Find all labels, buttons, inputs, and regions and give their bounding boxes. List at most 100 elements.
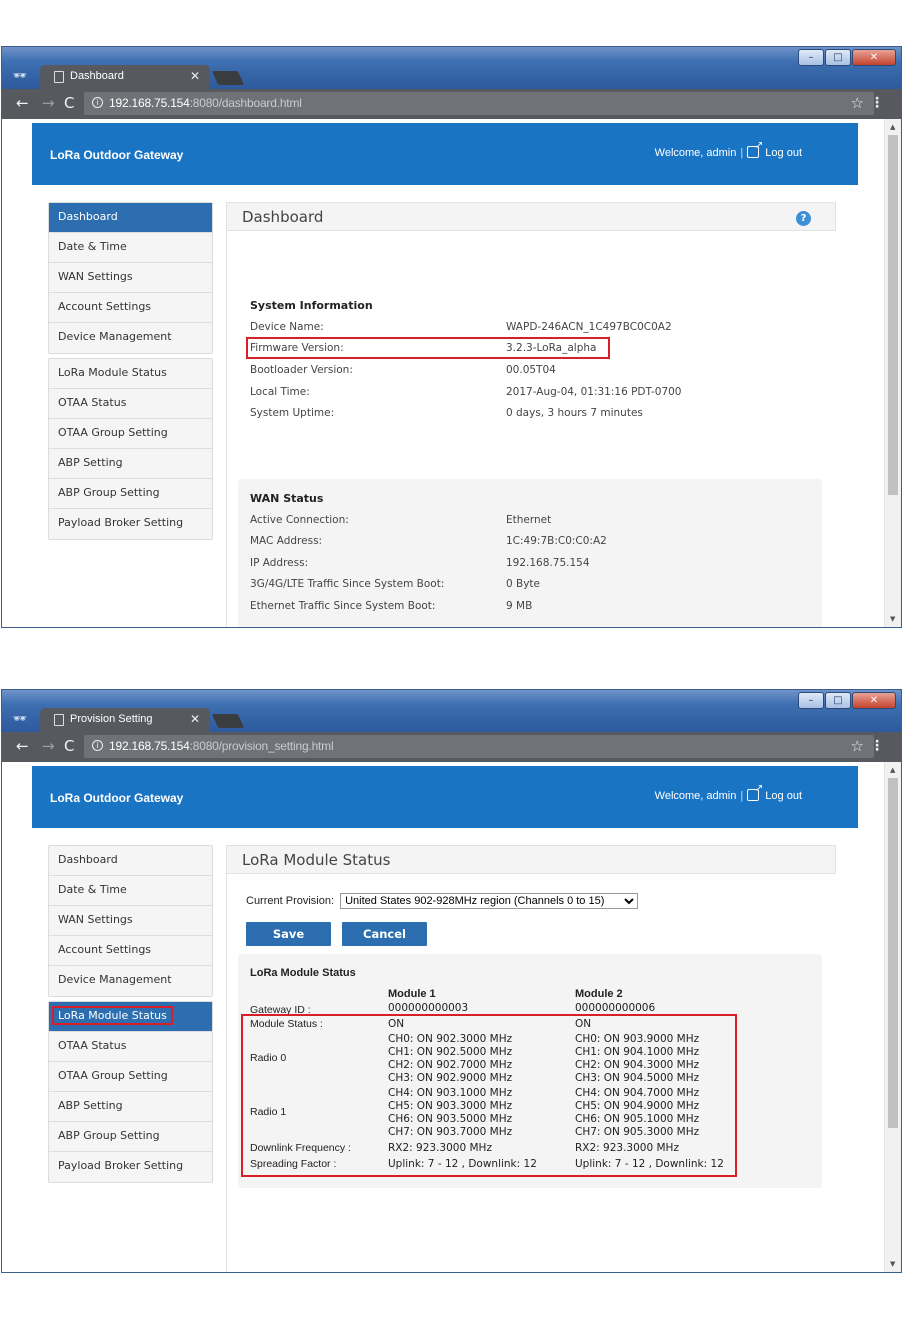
info-value: 1C:49:7B:C0:C0:A2 [506,535,607,547]
page-header: LoRa Outdoor Gateway Welcome, admin| Log… [32,766,858,828]
sidebar: Dashboard Date & Time WAN Settings Accou… [48,845,213,1187]
help-icon[interactable]: ? [796,211,811,226]
title-bar: – □ ✕ 🕶 Dashboard ✕ [2,47,901,90]
back-arrow-icon[interactable]: ← [16,95,29,111]
sidebar-item-payload-broker-setting[interactable]: Payload Broker Setting [49,509,212,539]
sidebar-item-account-settings[interactable]: Account Settings [49,936,212,966]
back-arrow-icon[interactable]: ← [16,738,29,754]
sidebar-item-device-management[interactable]: Device Management [49,323,212,353]
sidebar-item-date-time[interactable]: Date & Time [49,233,212,263]
info-value: 192.168.75.154 [506,557,590,569]
close-icon[interactable]: ✕ [190,712,200,726]
close-window-button[interactable]: ✕ [852,49,896,66]
incognito-icon: 🕶 [13,712,27,725]
info-label: Device Name: [250,321,324,333]
logout-link[interactable]: Log out [765,790,802,802]
scroll-down-icon[interactable]: ▼ [890,1260,895,1268]
sidebar-item-wan-settings[interactable]: WAN Settings [49,906,212,936]
browser-window-provision: – □ ✕ 🕶 Provision Setting ✕ ← → C i 192.… [1,689,902,1273]
vertical-scrollbar[interactable]: ▲ ▼ [884,119,901,627]
reload-icon[interactable]: C [64,738,74,754]
sidebar-item-otaa-status[interactable]: OTAA Status [49,389,212,419]
new-tab-button[interactable] [211,714,245,728]
sidebar-item-date-time[interactable]: Date & Time [49,876,212,906]
page-title: Dashboard [242,208,324,226]
logout-icon[interactable] [747,783,763,801]
welcome-text: Welcome, admin [654,790,737,802]
scroll-up-icon[interactable]: ▲ [890,123,895,131]
browser-toolbar: ← → C i 192.168.75.154:8080/provision_se… [2,732,901,762]
url-text: 192.168.75.154:8080/dashboard.html [109,96,302,110]
sidebar-item-otaa-group-setting[interactable]: OTAA Group Setting [49,419,212,449]
info-label: Bootloader Version: [250,364,353,376]
info-value: 0 days, 3 hours 7 minutes [506,407,643,419]
info-value: 2017-Aug-04, 01:31:16 PDT-0700 [506,386,682,398]
provision-select[interactable]: United States 902-928MHz region (Channel… [340,893,639,909]
user-box: Welcome, admin| Log out [655,140,802,159]
url-text: 192.168.75.154:8080/provision_setting.ht… [109,739,334,753]
page-viewport: LoRa Outdoor Gateway Welcome, admin| Log… [2,119,885,627]
sidebar-item-device-management[interactable]: Device Management [49,966,212,996]
menu-icon[interactable]: ⋮ [870,738,884,754]
module1-heading: Module 1 [388,988,436,1000]
browser-toolbar: ← → C i 192.168.75.154:8080/dashboard.ht… [2,89,901,119]
sidebar-item-abp-setting[interactable]: ABP Setting [49,449,212,479]
page-header: LoRa Outdoor Gateway Welcome, admin| Log… [32,123,858,185]
tab-title: Dashboard [70,70,124,82]
sidebar-item-abp-group-setting[interactable]: ABP Group Setting [49,479,212,509]
minimize-button[interactable]: – [798,692,824,709]
close-icon[interactable]: ✕ [190,69,200,83]
save-button[interactable]: Save [246,922,331,946]
user-box: Welcome, admin| Log out [654,783,802,802]
reload-icon[interactable]: C [64,95,74,111]
info-value: WAPD-246ACN_1C497BC0C0A2 [506,321,672,333]
sidebar-group-lora: LoRa Module Status OTAA Status OTAA Grou… [48,358,213,540]
scroll-thumb[interactable] [888,778,898,1128]
star-icon[interactable]: ☆ [851,737,864,755]
provision-row: Current Provision: United States 902-928… [246,893,639,909]
cancel-button[interactable]: Cancel [342,922,427,946]
address-bar[interactable]: i 192.168.75.154:8080/dashboard.html ☆ [84,92,874,115]
new-tab-button[interactable] [211,71,245,85]
incognito-icon: 🕶 [13,69,27,82]
info-icon[interactable]: i [92,740,103,751]
page-title: LoRa Module Status [242,851,391,869]
sidebar-item-dashboard[interactable]: Dashboard [49,846,212,876]
sidebar-item-abp-setting[interactable]: ABP Setting [49,1092,212,1122]
info-icon[interactable]: i [92,97,103,108]
vertical-scrollbar[interactable]: ▲ ▼ [884,762,901,1272]
maximize-button[interactable]: □ [825,49,851,66]
logout-icon[interactable] [747,140,763,158]
forward-arrow-icon[interactable]: → [42,738,55,754]
info-value: 9 MB [506,600,533,612]
sidebar-item-dashboard[interactable]: Dashboard [49,203,212,233]
sidebar-item-abp-group-setting[interactable]: ABP Group Setting [49,1122,212,1152]
menu-icon[interactable]: ⋮ [870,95,884,111]
address-bar[interactable]: i 192.168.75.154:8080/provision_setting.… [84,735,874,758]
sidebar-item-lora-module-status[interactable]: LoRa Module Status [49,359,212,389]
browser-tab[interactable]: Provision Setting ✕ [40,708,210,733]
sidebar-item-payload-broker-setting[interactable]: Payload Broker Setting [49,1152,212,1182]
sidebar-item-account-settings[interactable]: Account Settings [49,293,212,323]
maximize-button[interactable]: □ [825,692,851,709]
close-window-button[interactable]: ✕ [852,692,896,709]
sidebar-item-otaa-group-setting[interactable]: OTAA Group Setting [49,1062,212,1092]
sidebar-item-lora-module-status[interactable]: LoRa Module Status [49,1002,212,1032]
sidebar-group-system: Dashboard Date & Time WAN Settings Accou… [48,845,213,997]
info-value: 0 Byte [506,578,541,590]
sidebar-item-otaa-status[interactable]: OTAA Status [49,1032,212,1062]
browser-tab[interactable]: Dashboard ✕ [40,65,210,90]
sidebar: Dashboard Date & Time WAN Settings Accou… [48,202,213,544]
sidebar-item-wan-settings[interactable]: WAN Settings [49,263,212,293]
logout-link[interactable]: Log out [765,147,802,159]
title-bar: – □ ✕ 🕶 Provision Setting ✕ [2,690,901,733]
scroll-up-icon[interactable]: ▲ [890,766,895,774]
forward-arrow-icon[interactable]: → [42,95,55,111]
star-icon[interactable]: ☆ [851,94,864,112]
provision-label: Current Provision: [246,895,335,907]
scroll-down-icon[interactable]: ▼ [890,615,895,623]
minimize-button[interactable]: – [798,49,824,66]
scroll-thumb[interactable] [888,135,898,495]
content-divider [226,845,227,1272]
module2-heading: Module 2 [575,988,623,1000]
